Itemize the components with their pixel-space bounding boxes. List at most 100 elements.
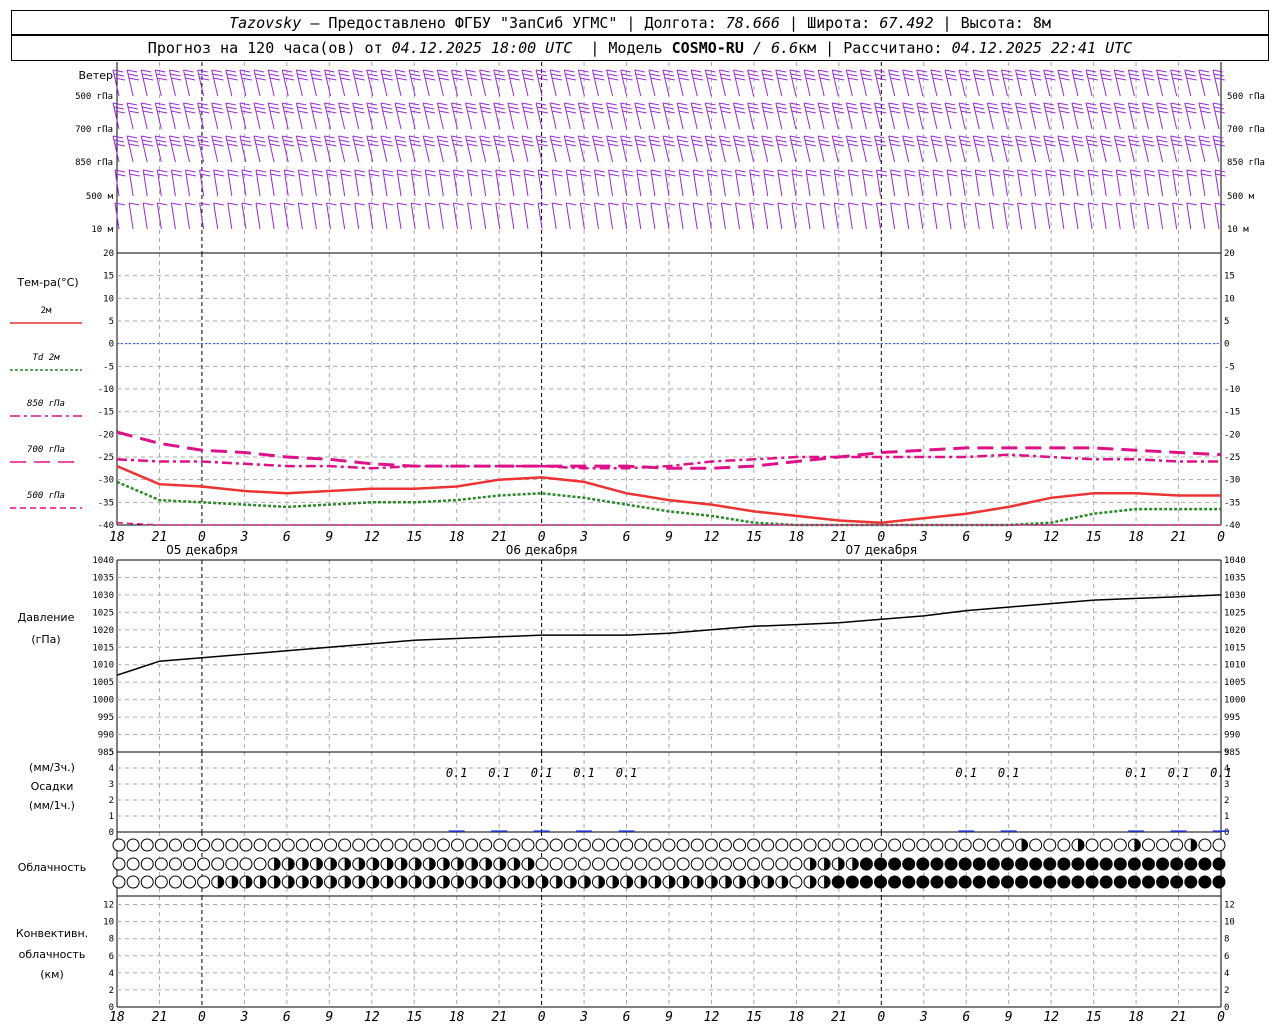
cloud-circle xyxy=(888,838,902,852)
wind-barb xyxy=(183,102,191,130)
cloud-symbol xyxy=(1127,857,1141,871)
cloud-circle xyxy=(662,857,676,871)
wind-barb-flag xyxy=(1059,77,1070,81)
wind-barb-flag xyxy=(425,143,436,147)
ytick-left-pressure: 1020 xyxy=(92,626,114,636)
wind-barb-flag xyxy=(890,110,901,114)
wind-barb xyxy=(1071,135,1079,163)
wind-barb-flag xyxy=(523,77,534,81)
cloud-symbol xyxy=(479,875,493,889)
wind-barb xyxy=(690,69,698,97)
time-label-bottom: 12 xyxy=(704,1010,720,1024)
wind-barb-flag xyxy=(975,77,986,81)
cloud-fill xyxy=(1128,876,1141,888)
wind-barb-flag xyxy=(989,77,1000,81)
wind-barb xyxy=(1043,102,1051,130)
wind-barb-flag xyxy=(537,77,549,81)
cloud-half xyxy=(570,876,577,888)
wind-barb-flag xyxy=(1101,73,1112,77)
time-label-mid: 15 xyxy=(1086,530,1102,545)
cloud-symbol xyxy=(535,875,549,889)
cloud-symbol xyxy=(888,875,902,889)
time-label-bottom: 9 xyxy=(665,1010,673,1024)
cloud-half xyxy=(711,876,718,888)
cloud-half xyxy=(838,858,845,870)
wind-barb-flag xyxy=(819,110,831,114)
time-label-bottom: 12 xyxy=(1043,1010,1059,1024)
cloud-symbol xyxy=(521,857,535,871)
wind-barb xyxy=(874,69,882,97)
wind-barb xyxy=(112,102,120,130)
ytick-left-convective: 4 xyxy=(109,969,114,979)
cloud-symbol xyxy=(874,857,888,871)
wind-barb-flag xyxy=(424,139,435,143)
precip-bar xyxy=(1170,830,1187,832)
cloud-symbol xyxy=(408,838,422,852)
wind-barb-flag xyxy=(212,106,223,110)
wind-barb-flag xyxy=(804,106,816,110)
wind-barb xyxy=(692,202,698,230)
wind-barb-flag xyxy=(1156,69,1167,73)
wind-barb-flag xyxy=(296,69,307,73)
wind-barb-flag xyxy=(255,202,267,206)
cloud-symbol xyxy=(1000,875,1014,889)
wind-barb xyxy=(704,69,712,97)
wind-barb xyxy=(267,102,275,130)
wind-barb xyxy=(1085,135,1093,163)
wind-barb-flag xyxy=(552,173,563,177)
wind-barb-flag xyxy=(227,169,238,173)
wind-barb-flag xyxy=(1001,102,1012,106)
wind-barb-flag xyxy=(834,173,845,177)
cloud-fill xyxy=(1184,858,1197,870)
wind-barb xyxy=(450,135,458,163)
wind-barb-flag xyxy=(959,69,970,73)
conv-ylabel3: (км) xyxy=(40,968,64,981)
wind-barb-flag xyxy=(1186,169,1197,173)
cloud-symbol xyxy=(493,838,507,852)
cloud-symbol xyxy=(1170,857,1184,871)
cloud-symbol xyxy=(422,838,436,852)
wind-barb xyxy=(225,135,233,163)
wind-barb-flag xyxy=(480,73,491,77)
cloud-half xyxy=(739,876,746,888)
wind-barb-flag xyxy=(988,106,999,110)
wind-barb-flag xyxy=(439,77,450,81)
wind-barb xyxy=(819,202,825,230)
wind-barb-flag xyxy=(818,106,830,110)
ytick-left-precip: 0 xyxy=(109,828,114,838)
cloud-circle xyxy=(309,838,323,852)
cloud-symbol xyxy=(295,857,309,871)
wind-barb-flag xyxy=(507,102,518,106)
wind-barb-flag xyxy=(438,106,449,110)
cloud-circle xyxy=(662,838,676,852)
cloud-symbol xyxy=(1099,875,1113,889)
wind-barb-flag xyxy=(112,135,124,139)
cloud-circle xyxy=(747,857,761,871)
wind-barb-flag xyxy=(339,73,350,77)
wind-barb-flag xyxy=(551,110,563,114)
cloud-symbol xyxy=(394,875,408,889)
wind-barb-flag xyxy=(1172,202,1183,206)
wind-barb xyxy=(845,135,853,163)
wind-barb-flag xyxy=(1001,135,1012,139)
wind-barb-flag xyxy=(157,110,168,114)
wind-barb-flag xyxy=(113,139,125,143)
cloud-circle xyxy=(563,838,577,852)
wind-barb-flag xyxy=(495,202,506,206)
wind-barb-flag xyxy=(777,169,788,173)
wind-barb xyxy=(211,135,219,163)
wind-barb-flag xyxy=(438,73,449,77)
cloud-half xyxy=(852,858,859,870)
cloud-symbol xyxy=(211,875,225,889)
wind-barb-flag xyxy=(241,77,252,81)
wind-barb-flag xyxy=(762,106,773,110)
wind-barb-flag xyxy=(1045,77,1056,81)
cloud-symbol xyxy=(718,838,732,852)
wind-barb-flag xyxy=(622,202,633,206)
wind-barb-flag xyxy=(580,110,591,114)
wind-barb-flag xyxy=(225,69,236,73)
wind-barb-flag xyxy=(805,169,817,173)
wind-barb-flag xyxy=(241,169,253,173)
wind-barb-flag xyxy=(650,169,661,173)
wind-barb xyxy=(803,69,811,97)
